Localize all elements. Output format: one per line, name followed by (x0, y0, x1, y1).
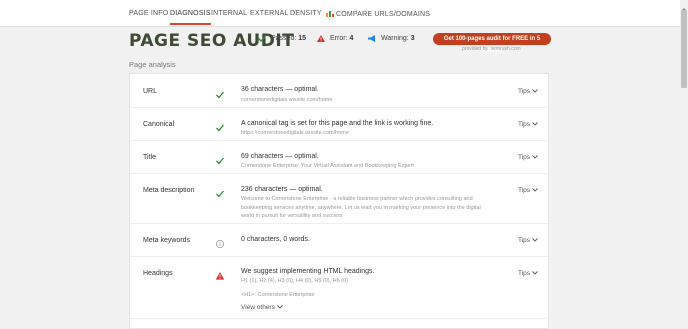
tab-external[interactable]: EXTERNAL (250, 10, 289, 17)
row-result: 69 characters — optimal. (241, 153, 319, 160)
vertical-scrollbar[interactable] (680, 0, 688, 329)
passed-label: Passed: (271, 35, 297, 42)
row-label: Headings (143, 270, 173, 277)
section-label: Page analysis (129, 60, 176, 69)
scroll-down-arrow-icon[interactable] (680, 321, 688, 329)
scrollbar-thumb[interactable] (681, 10, 687, 88)
analysis-row-meta-keywords: Meta keywords 0 characters, 0 words. Tip… (130, 224, 548, 257)
row-label: Meta description (143, 187, 195, 194)
warning-count: 3 (410, 35, 415, 42)
error-count: 4 (349, 35, 354, 42)
tips-toggle[interactable]: Tips (518, 88, 538, 95)
bar-chart-icon (326, 10, 334, 19)
megaphone-icon (368, 35, 376, 44)
row-detail-line-1: Welcome to Cornerstone Enterprise - a re… (241, 196, 473, 202)
tips-label: Tips (518, 270, 531, 277)
check-icon (215, 120, 225, 132)
analysis-card: URL 36 characters — optimal. cornerstone… (129, 73, 549, 329)
row-result: We suggest implementing HTML headings. (241, 268, 375, 275)
audit-header: PAGE SEO AUDIT Passed: 15 Error: 4 Warni… (0, 27, 680, 73)
error-triangle-icon (317, 35, 325, 44)
chevron-down-icon (532, 187, 538, 194)
tips-label: Tips (518, 187, 531, 194)
warning-label: Warning: (381, 35, 409, 42)
row-detail: https://cornerstonedigitals.wixsite.com/… (241, 130, 349, 136)
scroll-up-arrow-icon[interactable] (680, 0, 688, 10)
tab-density[interactable]: DENSITY (290, 10, 322, 17)
row-detail: cornerstonedigitals.wixsite.com/home (241, 97, 333, 103)
tips-label: Tips (518, 121, 531, 128)
tips-label: Tips (518, 237, 531, 244)
row-result: 236 characters — optimal. (241, 186, 323, 193)
chevron-down-icon (532, 237, 538, 244)
check-icon (215, 153, 225, 165)
row-label: Canonical (143, 121, 175, 128)
info-icon (215, 236, 225, 249)
provided-by: provided by semrush.com (462, 46, 521, 52)
analysis-row-headings: Headings We suggest implementing HTML he… (130, 257, 548, 319)
view-others-toggle[interactable]: View others (241, 304, 283, 311)
chevron-down-icon (532, 270, 538, 277)
tips-toggle[interactable]: Tips (518, 237, 538, 244)
tips-label: Tips (518, 88, 531, 95)
tips-toggle[interactable]: Tips (518, 121, 538, 128)
tab-compare-label: COMPARE URLS/DOMAINS (336, 11, 431, 18)
chevron-down-icon (532, 121, 538, 128)
tips-toggle[interactable]: Tips (518, 270, 538, 277)
tab-diagnosis[interactable]: DIAGNOSIS (170, 10, 211, 25)
row-detail-line-3: world in pursuit for versatility and suc… (241, 213, 343, 219)
tab-compare-urls-domains[interactable]: COMPARE URLS/DOMAINS (326, 10, 430, 19)
row-detail: Cornerstone Enterprise: Your Virtual Ass… (241, 163, 414, 169)
row-detail-line-2: bookkeeping services anytime, anywhere. … (241, 204, 481, 211)
check-icon (215, 87, 225, 99)
free-audit-button[interactable]: Get 100-pages audit for FREE in 5 minute… (433, 33, 551, 54)
row-label: Title (143, 154, 156, 161)
row-result: A canonical tag is set for this page and… (241, 120, 434, 127)
h1-value: <H1>: Cornerstone Enterprise (241, 292, 315, 298)
tips-toggle[interactable]: Tips (518, 187, 538, 194)
tips-label: Tips (518, 154, 531, 161)
error-triangle-icon (215, 268, 225, 280)
error-stat: Error: 4 (317, 35, 353, 44)
chevron-down-icon (277, 304, 283, 311)
row-label: Meta keywords (143, 237, 191, 244)
error-label: Error: (330, 35, 348, 42)
row-result: 36 characters — optimal. (241, 86, 319, 93)
analysis-row-title: Title 69 characters — optimal. Cornersto… (130, 141, 548, 174)
view-others-label: View others (241, 304, 275, 311)
row-result: 0 characters, 0 words. (241, 236, 310, 243)
check-icon (258, 35, 266, 44)
tab-internal[interactable]: INTERNAL (211, 10, 247, 17)
passed-count: 15 (298, 35, 307, 42)
analysis-row-meta-description: Meta description 236 characters — optima… (130, 174, 548, 224)
analysis-row-url: URL 36 characters — optimal. cornerstone… (130, 74, 548, 108)
passed-stat: Passed: 15 (258, 35, 306, 44)
chevron-down-icon (532, 88, 538, 95)
warning-stat: Warning: 3 (368, 35, 415, 44)
analysis-row-canonical: Canonical A canonical tag is set for thi… (130, 108, 548, 141)
row-label: URL (143, 88, 158, 95)
tab-page-info[interactable]: PAGE INFO (129, 10, 168, 17)
top-navigation: PAGE INFO DIAGNOSIS INTERNAL EXTERNAL DE… (0, 0, 680, 27)
chevron-down-icon (532, 154, 538, 161)
tips-toggle[interactable]: Tips (518, 154, 538, 161)
heading-counts: H1 (1), H2 (4), H3 (0), H4 (0), H5 (0), … (241, 278, 348, 284)
check-icon (215, 186, 225, 198)
